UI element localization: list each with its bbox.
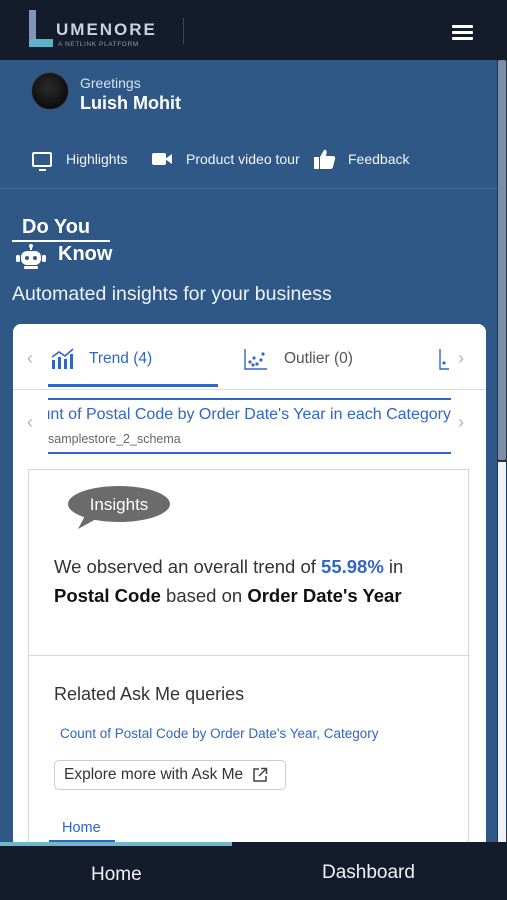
bottom-navigation: Home Dashboard [0, 842, 507, 900]
tab-outlier-label: Outlier (0) [284, 350, 353, 367]
dyk-heading-line2: Know [58, 243, 113, 265]
scrollbar-thumb[interactable] [498, 60, 506, 460]
insight-percentage: 55.98% [321, 556, 384, 577]
explore-ask-me-label: Explore more with Ask Me [64, 766, 244, 783]
robot-icon [16, 244, 46, 269]
highlights-label: Highlights [66, 151, 128, 167]
avatar[interactable] [31, 72, 69, 110]
title-bottom-rule [48, 452, 451, 454]
brand-tagline: A NETLINK PLATFORM [58, 41, 139, 48]
hamburger-menu-icon[interactable] [450, 22, 474, 40]
scrollbar-track [498, 462, 506, 842]
insights-badge-label: Insights [90, 495, 149, 514]
insight-text-mid1: in [383, 556, 404, 577]
logo-mark-icon [28, 10, 54, 48]
nav-dashboard[interactable]: Dashboard [322, 862, 415, 884]
trend-chart-icon [51, 348, 74, 369]
dyk-heading-line1: Do You [22, 216, 91, 238]
related-queries-title: Related Ask Me queries [54, 684, 245, 704]
insight-schema: samplestore_2_schema [48, 432, 181, 446]
panel-divider [29, 655, 470, 656]
insight-next-arrow-icon[interactable]: › [458, 412, 464, 433]
thumbs-up-icon [314, 149, 336, 169]
insight-panel: Insights We observed an overall trend of… [28, 469, 470, 864]
scatter-chart-icon [244, 349, 267, 370]
tabs-next-arrow-icon[interactable]: › [458, 348, 464, 369]
feedback-button[interactable]: Feedback [314, 146, 409, 172]
greeting-label: Greetings [80, 75, 141, 91]
user-name: Luish Mohit [80, 93, 181, 113]
panel-home-link[interactable]: Home [62, 820, 101, 836]
quick-actions: Highlights Product video tour Feedback [0, 146, 497, 172]
explore-ask-me-button[interactable]: Explore more with Ask Me [54, 760, 286, 790]
tab-trend[interactable]: Trend (4) [51, 344, 152, 374]
dyk-subtitle: Automated insights for your business [12, 283, 332, 305]
video-camera-icon [152, 152, 174, 166]
partial-tab-icon [439, 349, 449, 370]
product-video-tour-button[interactable]: Product video tour [152, 146, 300, 172]
tabs-prev-arrow-icon[interactable]: ‹ [27, 348, 33, 369]
insight-text-prefix: We observed an overall trend of [54, 556, 322, 577]
insights-card: ‹ Trend (4) Outlier (0) › ‹ Count of Pos… [13, 324, 486, 864]
active-nav-indicator [0, 842, 232, 846]
top-bar: UMENORE A NETLINK PLATFORM [0, 0, 507, 60]
header-divider [183, 18, 184, 44]
insight-measure: Postal Code [54, 585, 161, 606]
insight-prev-arrow-icon[interactable]: ‹ [27, 412, 33, 433]
dyk-underline [12, 240, 110, 242]
related-query-link[interactable]: Count of Postal Code by Order Date's Yea… [60, 726, 379, 741]
tab-outlier[interactable]: Outlier (0) [244, 344, 353, 374]
insight-text-mid2: based on [160, 585, 248, 606]
insight-title: Count of Postal Code by Order Date's Yea… [48, 406, 451, 423]
insight-statement: We observed an overall trend of 55.98% i… [54, 552, 454, 610]
insight-title-bar: ‹ Count of Postal Code by Order Date's Y… [13, 394, 486, 456]
brand-logo[interactable]: UMENORE A NETLINK PLATFORM [28, 10, 168, 50]
nav-home[interactable]: Home [91, 864, 142, 886]
feedback-label: Feedback [348, 151, 410, 167]
brand-name: UMENORE [56, 20, 157, 39]
section-divider [0, 188, 497, 189]
active-tab-indicator [48, 384, 218, 387]
insight-dimension: Order Date's Year [247, 585, 402, 606]
title-top-rule [48, 398, 451, 400]
highlights-button[interactable]: Highlights [32, 146, 127, 172]
tab-trend-label: Trend (4) [89, 350, 153, 367]
page-scrollbar[interactable] [497, 60, 507, 842]
insights-speech-bubble-icon: Insights [68, 486, 170, 529]
insight-tabs: ‹ Trend (4) Outlier (0) › [13, 324, 486, 390]
external-link-icon [253, 767, 268, 782]
product-video-tour-label: Product video tour [186, 151, 300, 167]
monitor-icon [32, 151, 52, 171]
